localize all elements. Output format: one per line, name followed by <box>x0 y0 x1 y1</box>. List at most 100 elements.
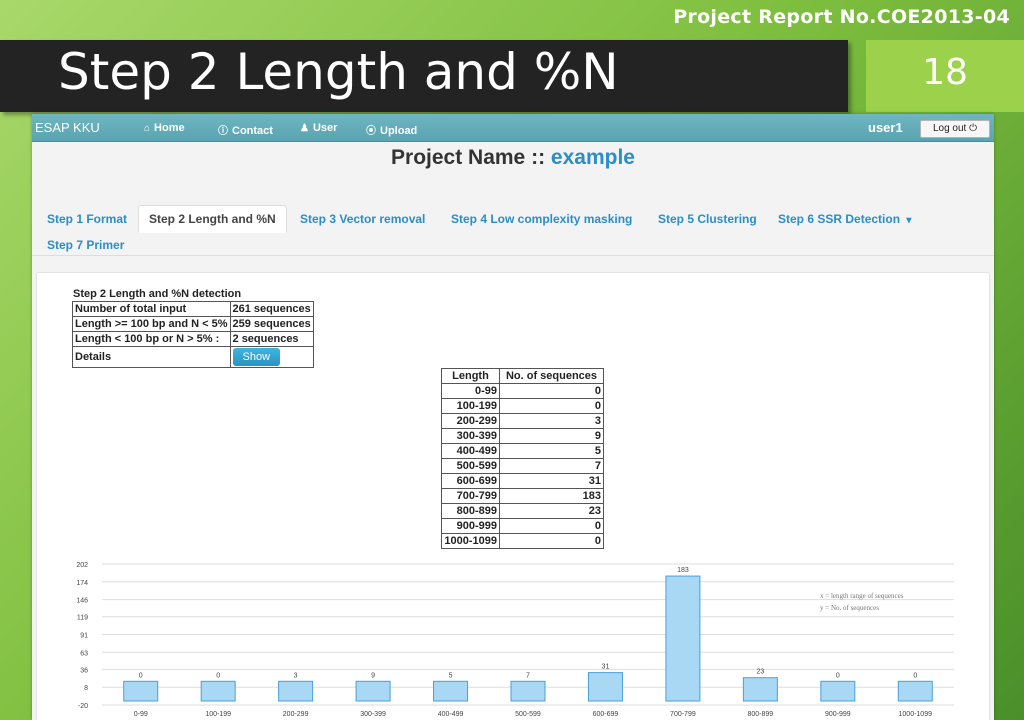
y-tick-label: 91 <box>80 633 88 640</box>
length-range-cell: 600-699 <box>441 473 500 489</box>
sequence-count-cell: 7 <box>499 458 604 474</box>
table-row: 600-699 31 <box>441 473 604 489</box>
tab-step-1[interactable]: Step 1 Format <box>47 212 127 226</box>
tab-step-6-label: Step 6 SSR Detection <box>778 212 901 226</box>
tab-step-5[interactable]: Step 5 Clustering <box>658 212 757 226</box>
x-tick-label: 0-99 <box>134 711 148 718</box>
x-tick-label: 500-599 <box>515 711 541 718</box>
brand[interactable]: ESAP KKU <box>35 120 100 135</box>
slide-title: Step 2 Length and %N <box>58 43 619 101</box>
x-tick-label: 100-199 <box>205 711 231 718</box>
bar-value-label: 5 <box>449 672 453 679</box>
summary-label: Length < 100 bp or N > 5% : <box>72 331 231 347</box>
table-header-row: Length No. of sequences <box>441 368 604 384</box>
table-row: 300-399 9 <box>441 428 604 444</box>
bar-value-label: 183 <box>677 567 689 574</box>
x-tick-label: 800-899 <box>748 711 774 718</box>
chart-bar <box>200 680 236 702</box>
length-range-cell: 300-399 <box>441 428 500 444</box>
length-range-cell: 700-799 <box>441 488 500 504</box>
column-header: Length <box>441 368 500 384</box>
nav-contact[interactable]: ⓘ Contact <box>218 122 273 137</box>
length-range-cell: 500-599 <box>441 458 500 474</box>
summary-label: Number of total input <box>72 301 231 317</box>
summary-label: Length >= 100 bp and N < 5% <box>72 316 231 332</box>
table-row: Length < 100 bp or N > 5% : 2 sequences <box>72 331 314 347</box>
chevron-down-icon: ▾ <box>906 215 912 226</box>
tab-step-3[interactable]: Step 3 Vector removal <box>300 212 425 226</box>
logout-button[interactable]: Log out ⏻ <box>920 120 990 138</box>
tab-step-2[interactable]: Step 2 Length and %N <box>138 205 287 233</box>
summary-value: 261 sequences <box>229 301 314 317</box>
table-row: Details Show <box>72 346 314 368</box>
sequence-count-cell: 0 <box>499 518 604 534</box>
current-user[interactable]: user1 <box>868 120 903 135</box>
project-name: example <box>550 146 635 169</box>
step-tabs: Step 1 Format Step 2 Length and %N Step … <box>32 198 994 256</box>
chart-bar <box>587 672 623 702</box>
table-row: 900-999 0 <box>441 518 604 534</box>
table-row: 800-899 23 <box>441 503 604 519</box>
sequence-count-cell: 31 <box>499 473 604 489</box>
project-title: Project Name :: example <box>32 146 994 170</box>
upload-icon: ⦿ <box>366 126 376 137</box>
tab-step-6[interactable]: Step 6 SSR Detection ▾ <box>778 212 911 226</box>
home-icon: ⌂ <box>144 123 151 134</box>
table-row: 500-599 7 <box>441 458 604 474</box>
sequence-count-cell: 0 <box>499 383 604 399</box>
user-icon: ♟ <box>300 123 309 134</box>
bar-value-label: 0 <box>913 672 917 679</box>
y-tick-label: 174 <box>76 580 88 587</box>
length-range-cell: 800-899 <box>441 503 500 519</box>
nav-upload[interactable]: ⦿ Upload <box>366 122 417 137</box>
nav-contact-label: Contact <box>232 125 273 137</box>
length-range-cell: 0-99 <box>441 383 500 399</box>
length-range-cell: 1000-1099 <box>441 533 500 549</box>
x-tick-label: 400-499 <box>438 711 464 718</box>
chart-bar <box>510 680 546 702</box>
length-range-cell: 900-999 <box>441 518 500 534</box>
distribution-rows: 0-99 0 100-199 0 200-299 3 300-399 9 400-499 5 500… <box>441 383 604 549</box>
navbar: ESAP KKU ⌂ Home ⓘ Contact ♟ User ⦿ Upload us… <box>32 114 994 142</box>
column-header: No. of sequences <box>499 368 604 384</box>
sequence-count-cell: 5 <box>499 443 604 459</box>
length-range-cell: 100-199 <box>441 398 500 414</box>
chart-annotation: x = length range of sequences <box>820 592 904 600</box>
chart-bar <box>123 680 159 702</box>
nav-user-label: User <box>312 122 338 134</box>
table-row: 200-299 3 <box>441 413 604 429</box>
chart-bar <box>278 680 314 702</box>
chart-bar <box>665 575 701 702</box>
sequence-count-cell: 3 <box>499 413 604 429</box>
project-title-prefix: Project Name :: <box>391 146 551 169</box>
x-tick-label: 600-699 <box>593 711 619 718</box>
y-tick-label: -20 <box>78 703 88 710</box>
bar-value-label: 31 <box>602 664 610 671</box>
page-number-box: 18 <box>866 40 1024 112</box>
table-row: 1000-1099 0 <box>441 533 604 549</box>
tab-step-7[interactable]: Step 7 Primer <box>47 238 124 252</box>
x-tick-label: 1000-1099 <box>899 711 933 718</box>
table-row: Number of total input 261 sequences <box>72 301 314 317</box>
app-screenshot: ESAP KKU ⌂ Home ⓘ Contact ♟ User ⦿ Upload us… <box>32 114 994 720</box>
chart-annotation: y = No. of sequences <box>820 604 879 612</box>
sequence-count-cell: 183 <box>499 488 604 504</box>
tab-step-4[interactable]: Step 4 Low complexity masking <box>451 212 632 226</box>
length-range-cell: 400-499 <box>441 443 500 459</box>
nav-home-label: Home <box>154 122 185 134</box>
y-tick-label: 63 <box>80 650 88 657</box>
nav-user[interactable]: ♟ User <box>300 122 337 134</box>
table-row: 400-499 5 <box>441 443 604 459</box>
bar-value-label: 0 <box>216 672 220 679</box>
summary-title: Step 2 Length and %N detection <box>73 288 242 300</box>
x-tick-label: 700-799 <box>670 711 696 718</box>
chart-bar <box>742 677 778 702</box>
sequence-count-cell: 23 <box>499 503 604 519</box>
slide-title-bar: Step 2 Length and %N <box>0 40 848 112</box>
show-details-button[interactable]: Show <box>232 348 281 366</box>
table-row: 700-799 183 <box>441 488 604 504</box>
bar-value-label: 23 <box>756 669 764 676</box>
y-tick-label: 202 <box>76 562 88 569</box>
x-tick-label: 900-999 <box>825 711 851 718</box>
nav-home[interactable]: ⌂ Home <box>144 122 185 134</box>
